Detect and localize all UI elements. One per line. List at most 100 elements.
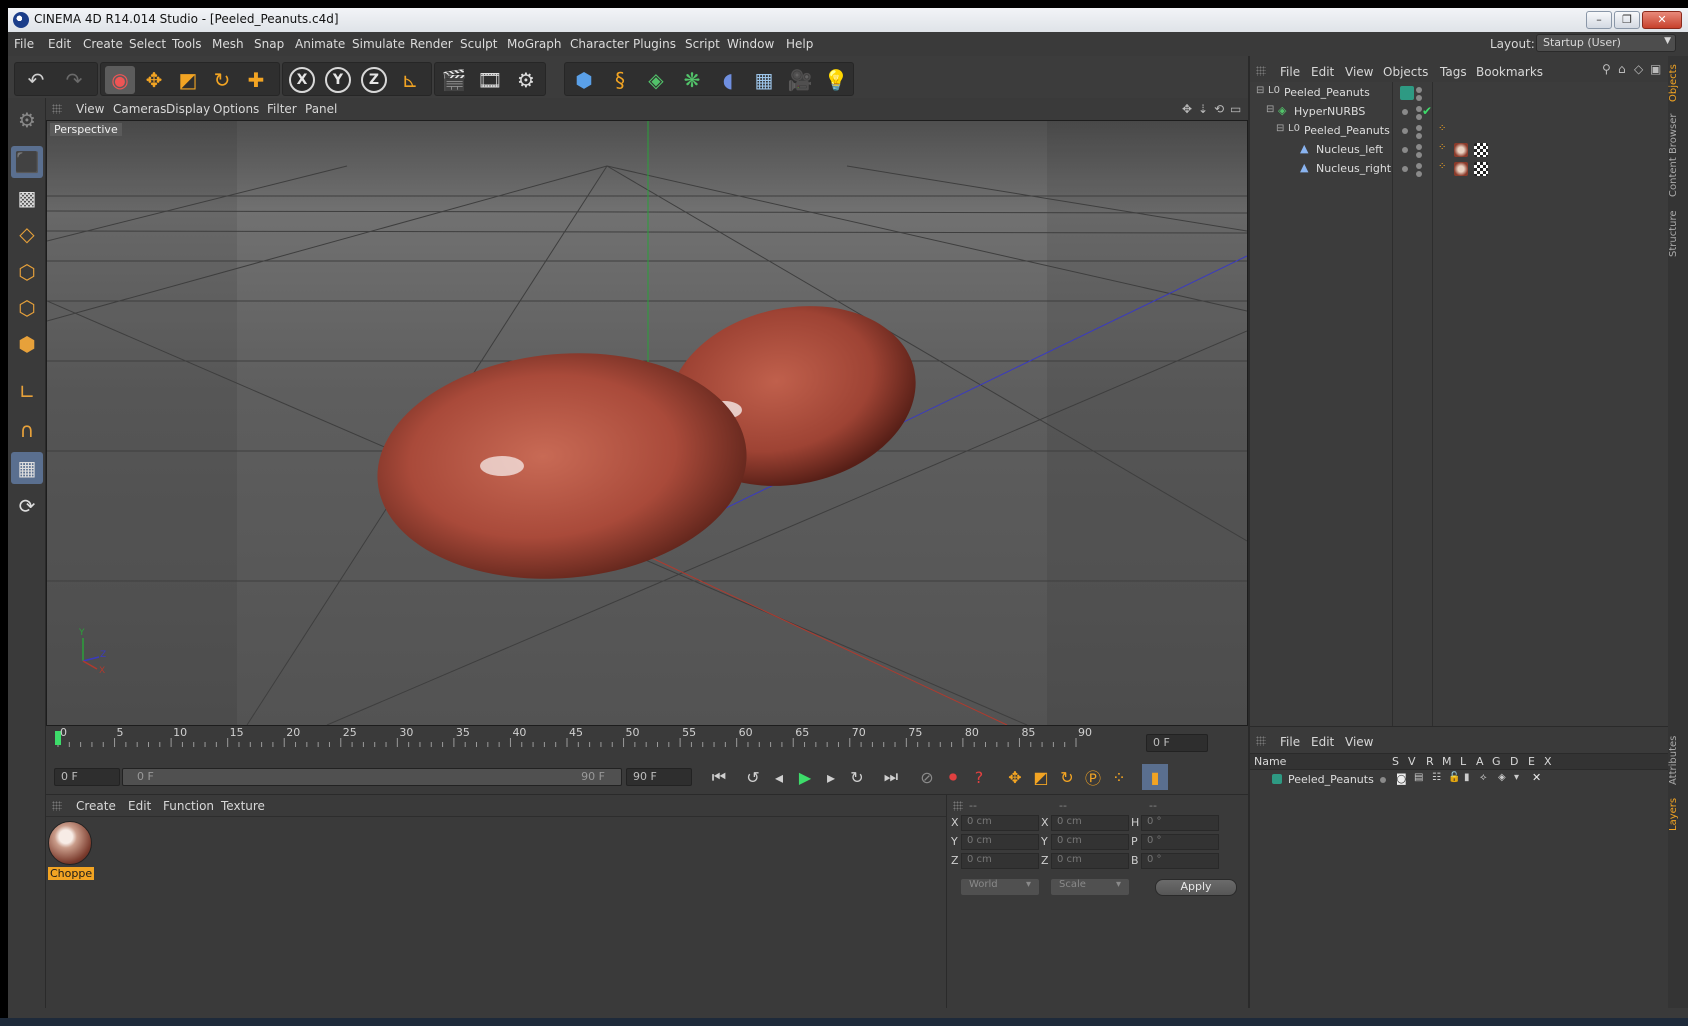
object-row[interactable]: ⊟ L0 Peeled_Peanuts [1250, 84, 1670, 103]
manager-icon[interactable]: ☷ [1432, 772, 1441, 783]
phong-tag-icon[interactable]: ⁘ [1438, 142, 1446, 153]
undo-icon[interactable]: ↶ [21, 66, 51, 94]
render-picture-viewer-icon[interactable]: 🎞 [475, 66, 505, 94]
collapse-icon[interactable]: ◇ [1634, 62, 1643, 76]
coordinate-field[interactable]: 0 ° [1141, 853, 1219, 869]
rotate-view-icon[interactable]: ⟲ [1214, 102, 1224, 116]
coordinate-field[interactable]: 0 cm [961, 834, 1039, 850]
next-key-icon[interactable]: ↻ [844, 764, 870, 790]
object-row[interactable]: ▲ Nucleus_left ⁘ [1250, 141, 1670, 160]
menu-create[interactable]: Create [83, 37, 123, 51]
object-menu-bookmarks[interactable]: Bookmarks [1476, 65, 1543, 79]
coordinate-system-icon[interactable]: ⊾ [395, 66, 425, 94]
workplane-icon[interactable]: ◇ [11, 218, 43, 250]
points-mode-icon[interactable]: ⬡ [11, 256, 43, 288]
menu-mograph[interactable]: MoGraph [507, 37, 562, 51]
column-deformers[interactable]: D [1510, 755, 1518, 768]
key-pla-icon[interactable]: ⁘ [1106, 764, 1132, 790]
editor-visibility-dot[interactable] [1416, 125, 1422, 131]
layer-row[interactable]: Peeled_Peanuts ◙ ▤ ☷ 🔓 ▮ ⟡ ◈ ▾ ✕ [1250, 771, 1670, 790]
editor-visibility-dot[interactable] [1416, 87, 1422, 93]
z-axis-lock-button[interactable]: Z [359, 66, 389, 94]
key-rotation-icon[interactable]: ↻ [1054, 764, 1080, 790]
material-swatch[interactable]: Choppe [48, 821, 94, 880]
coordinate-field[interactable]: 0 cm [961, 853, 1039, 869]
axis-mode-icon[interactable]: ∟ [11, 376, 43, 408]
next-frame-icon[interactable]: ▸ [818, 764, 844, 790]
collapse-toggle-icon[interactable]: ⊟ [1266, 104, 1274, 115]
perspective-viewport[interactable]: Y X Z Perspective [46, 120, 1248, 726]
tab-layers[interactable]: Layers [1668, 794, 1688, 834]
viewport-menu-options[interactable]: Options [213, 102, 259, 116]
menu-mesh[interactable]: Mesh [212, 37, 244, 51]
layer-solo-dot[interactable] [1380, 777, 1386, 783]
column-visible[interactable]: V [1408, 755, 1416, 768]
y-axis-lock-button[interactable]: Y [323, 66, 353, 94]
layer-color-swatch[interactable] [1272, 774, 1282, 784]
nurbs-icon[interactable]: ◈ [641, 66, 671, 94]
menu-sculpt[interactable]: Sculpt [460, 37, 497, 51]
play-icon[interactable]: ▶ [792, 764, 818, 790]
rotate-icon[interactable]: ↻ [207, 66, 237, 94]
column-animation[interactable]: A [1476, 755, 1484, 768]
render-visibility-dot[interactable] [1416, 152, 1422, 158]
previous-frame-icon[interactable]: ◂ [766, 764, 792, 790]
floor-icon[interactable]: ▦ [749, 66, 779, 94]
frame-range-slider[interactable]: 0 F 90 F [122, 768, 622, 786]
camera-icon[interactable]: 🎥 [785, 66, 815, 94]
timeline-toggle-icon[interactable]: ▮ [1142, 764, 1168, 790]
live-selection-icon[interactable]: ◉ [105, 66, 135, 94]
animation-icon[interactable]: ▮ [1464, 772, 1470, 783]
object-menu-tags[interactable]: Tags [1440, 65, 1467, 79]
coordinate-field[interactable]: 0 cm [1051, 834, 1129, 850]
layout-select[interactable]: Startup (User) ▼ [1536, 34, 1676, 52]
menu-script[interactable]: Script [685, 37, 720, 51]
pan-view-icon[interactable]: ✥ [1182, 102, 1192, 116]
expressions-icon[interactable]: ▾ [1514, 772, 1519, 783]
texture-mode-icon[interactable]: ▩ [11, 182, 43, 214]
render-visibility-dot[interactable] [1416, 133, 1422, 139]
viewport-menu-display[interactable]: Display [166, 102, 210, 116]
material-menu-create[interactable]: Create [76, 799, 116, 813]
make-editable-icon[interactable]: ⚙ [11, 104, 43, 136]
material-tag-icon[interactable] [1454, 143, 1468, 157]
workplane-lock-icon[interactable]: ▦ [11, 452, 43, 484]
key-parameter-icon[interactable]: Ⓟ [1080, 764, 1106, 790]
xref-icon[interactable]: ✕ [1532, 771, 1541, 784]
menu-window[interactable]: Window [727, 37, 774, 51]
collapse-toggle-icon[interactable]: ⊟ [1276, 123, 1284, 134]
autokey-icon[interactable]: ⏺ [940, 764, 966, 790]
tab-objects[interactable]: Objects [1668, 60, 1688, 106]
go-to-end-icon[interactable]: ⏭ [878, 764, 904, 790]
timeline-ruler[interactable]: 0 5 10 15 20 25 30 35 40 45 50 55 60 65 70 75 80 85 90 0 F [46, 726, 1248, 760]
zoom-view-icon[interactable]: ⇣ [1198, 102, 1208, 116]
viewport-menu-filter[interactable]: Filter [267, 102, 297, 116]
search-icon[interactable]: ⚲ [1602, 62, 1611, 76]
locked-workplane-icon[interactable]: ⟳ [11, 490, 43, 522]
panel-grip-icon[interactable] [52, 104, 62, 114]
scale-icon[interactable]: ◩ [173, 66, 203, 94]
render-settings-icon[interactable]: ⚙ [511, 66, 541, 94]
coordinate-space-select[interactable]: World ▾ [961, 879, 1039, 895]
object-row[interactable]: ⊟ L0 Peeled_Peanuts ⁘ [1250, 122, 1670, 141]
key-scale-icon[interactable]: ◩ [1028, 764, 1054, 790]
render-icon[interactable]: ▤ [1414, 772, 1423, 783]
coordinate-field[interactable]: 0 ° [1141, 834, 1219, 850]
home-icon[interactable]: ⌂ [1618, 62, 1626, 76]
layer-menu-view[interactable]: View [1345, 735, 1373, 749]
panel-grip-icon[interactable] [1256, 66, 1266, 76]
render-visibility-dot[interactable] [1416, 171, 1422, 177]
render-visibility-dot[interactable] [1416, 95, 1422, 101]
menu-help[interactable]: Help [786, 37, 813, 51]
column-render[interactable]: R [1426, 755, 1434, 768]
cube-icon[interactable]: ⬢ [569, 66, 599, 94]
new-window-icon[interactable]: ▣ [1650, 62, 1661, 76]
editor-visibility-dot[interactable] [1416, 163, 1422, 169]
layer-menu-edit[interactable]: Edit [1311, 735, 1334, 749]
uvw-tag-icon[interactable] [1474, 143, 1488, 157]
coordinate-field[interactable]: 0 ° [1141, 815, 1219, 831]
go-to-start-icon[interactable]: ⏮ [706, 764, 732, 790]
edges-mode-icon[interactable]: ⬡ [11, 292, 43, 324]
current-frame-field[interactable]: 0 F [1146, 734, 1208, 752]
material-menu-function[interactable]: Function [163, 799, 214, 813]
